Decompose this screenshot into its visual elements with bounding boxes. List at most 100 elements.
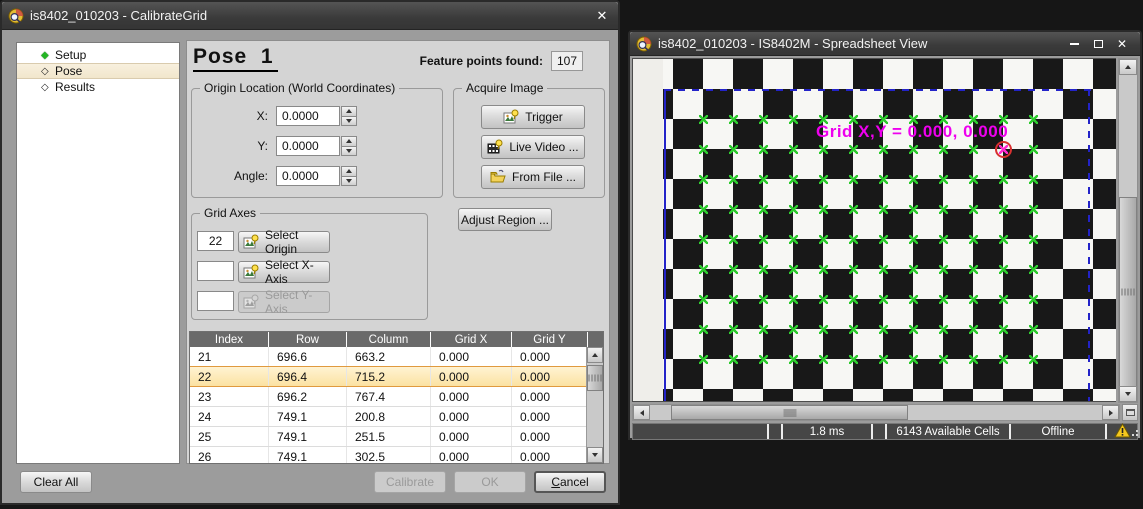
acquire-live-video-button[interactable]: Live Video ... (481, 135, 585, 159)
feature-mark-icon (849, 325, 858, 334)
column-header[interactable]: Column (347, 332, 431, 347)
axis-index-value (197, 261, 234, 281)
spin-down-icon[interactable] (341, 117, 357, 127)
close-icon[interactable]: ✕ (592, 8, 618, 24)
thumb-grip (589, 375, 602, 382)
origin-field-label: Y: (192, 139, 276, 153)
feature-mark-icon (879, 205, 888, 214)
feature-mark-icon (789, 355, 798, 364)
grid-xy-readout: Grid X,Y = 0.000, 0.000 (816, 122, 1008, 142)
column-header[interactable]: Row (269, 332, 347, 347)
feature-mark-icon (849, 145, 858, 154)
horizontal-scroll-thumb[interactable] (671, 405, 908, 420)
feature-mark-icon (909, 265, 918, 274)
axis-index-field[interactable]: 22 (197, 231, 234, 251)
spin-up-icon[interactable] (341, 166, 357, 177)
feature-mark-icon (939, 355, 948, 364)
column-header[interactable]: Grid Y (512, 332, 588, 347)
scroll-up-icon[interactable] (587, 347, 603, 363)
maximize-icon[interactable] (1086, 35, 1110, 53)
camera-image-viewport[interactable]: Grid X,Y = 0.000, 0.000 (632, 58, 1116, 402)
feature-mark-icon (879, 175, 888, 184)
feature-mark-icon (969, 145, 978, 154)
spin-up-icon[interactable] (341, 136, 357, 147)
feature-mark-icon (909, 145, 918, 154)
acquire-trigger-button[interactable]: Trigger (481, 105, 585, 129)
spin-up-icon[interactable] (341, 106, 357, 117)
feature-mark-icon (999, 265, 1008, 274)
table-row[interactable]: 24749.1200.80.0000.000 (190, 407, 603, 427)
sidebar-item-label: Results (55, 80, 95, 94)
vertical-scrollbar[interactable] (1118, 58, 1138, 403)
feature-mark-icon (789, 295, 798, 304)
column-header[interactable]: Grid X (431, 332, 512, 347)
sidebar-item-setup[interactable]: ◆Setup (17, 47, 179, 63)
close-icon[interactable]: ✕ (1110, 35, 1134, 53)
axis-index-value (197, 291, 234, 311)
scroll-down-icon[interactable] (1119, 386, 1137, 402)
origin-value-input[interactable]: 0.0000 (276, 166, 340, 186)
feature-mark-icon (939, 265, 948, 274)
minimize-icon[interactable] (1062, 35, 1086, 53)
feature-mark-icon (729, 145, 738, 154)
sidebar-item-pose[interactable]: ◇Pose (17, 63, 179, 79)
axis-index-field[interactable] (197, 261, 234, 281)
table-scrollbar[interactable] (586, 347, 603, 463)
spreadsheet-titlebar[interactable]: is8402_010203 - IS8402M - Spreadsheet Vi… (630, 32, 1140, 56)
feature-mark-icon (789, 145, 798, 154)
feature-mark-icon (849, 235, 858, 244)
pose-panel: Pose 1 Feature points found: 107 Origin … (186, 40, 610, 464)
feature-mark-icon (909, 235, 918, 244)
horizontal-scrollbar[interactable] (632, 404, 1120, 421)
table-cell: 0.000 (431, 367, 512, 386)
feature-mark-icon (939, 205, 948, 214)
adjust-region-button[interactable]: Adjust Region ... (458, 208, 552, 231)
clear-all-button[interactable]: Clear All (20, 471, 92, 493)
axis-index-field[interactable] (197, 291, 234, 311)
table-row[interactable]: 25749.1251.50.0000.000 (190, 427, 603, 447)
picture-pin-icon (243, 264, 259, 280)
scroll-right-icon[interactable] (1102, 405, 1119, 420)
table-row[interactable]: 21696.6663.20.0000.000 (190, 347, 603, 367)
status-warning-segment[interactable] (1107, 424, 1137, 439)
acquire-from-file-button[interactable]: From File ... (481, 165, 585, 189)
up-arrow-icon (346, 139, 352, 143)
calibrategrid-titlebar[interactable]: is8402_010203 - CalibrateGrid ✕ (2, 2, 618, 30)
select-y-axis-button: Select Y-Axis (238, 291, 330, 313)
feature-mark-icon (1029, 205, 1038, 214)
scroll-up-icon[interactable] (1119, 59, 1137, 75)
scroll-down-icon[interactable] (587, 447, 603, 463)
table-row[interactable]: 22696.4715.20.0000.000 (190, 366, 603, 387)
feature-mark-icon (819, 325, 828, 334)
origin-value-input[interactable]: 0.0000 (276, 136, 340, 156)
column-header[interactable]: Index (190, 332, 269, 347)
feature-mark-icon (819, 175, 828, 184)
feature-mark-icon (999, 235, 1008, 244)
origin-value-input[interactable]: 0.0000 (276, 106, 340, 126)
feature-mark-icon (1029, 235, 1038, 244)
select-x-axis-button[interactable]: Select X-Axis (238, 261, 330, 283)
spin-down-icon[interactable] (341, 177, 357, 187)
window-title: is8402_010203 - IS8402M - Spreadsheet Vi… (652, 36, 1062, 51)
table-scroll-thumb[interactable] (587, 365, 603, 391)
feature-mark-icon (1029, 355, 1038, 364)
table-row[interactable]: 23696.2767.40.0000.000 (190, 387, 603, 407)
scroll-left-icon[interactable] (633, 405, 650, 420)
button-label: Select X-Axis (265, 258, 329, 286)
down-arrow-icon (346, 149, 352, 153)
sidebar-item-results[interactable]: ◇Results (17, 79, 179, 95)
feature-mark-icon (729, 355, 738, 364)
feature-mark-icon (729, 325, 738, 334)
select-origin-button[interactable]: Select Origin (238, 231, 330, 253)
table-cell: 0.000 (512, 407, 588, 426)
feature-points-found: Feature points found: 107 (420, 51, 583, 71)
table-row[interactable]: 26749.1302.50.0000.000 (190, 447, 603, 464)
vertical-scroll-thumb[interactable] (1119, 197, 1137, 387)
status-1-8-ms: 1.8 ms (783, 424, 871, 439)
feature-mark-icon (789, 325, 798, 334)
resize-grip[interactable] (1136, 434, 1138, 436)
feature-mark-icon (939, 175, 948, 184)
spin-down-icon[interactable] (341, 147, 357, 157)
view-panel-button[interactable] (1122, 404, 1138, 421)
cancel-button[interactable]: Cancel (534, 471, 606, 493)
